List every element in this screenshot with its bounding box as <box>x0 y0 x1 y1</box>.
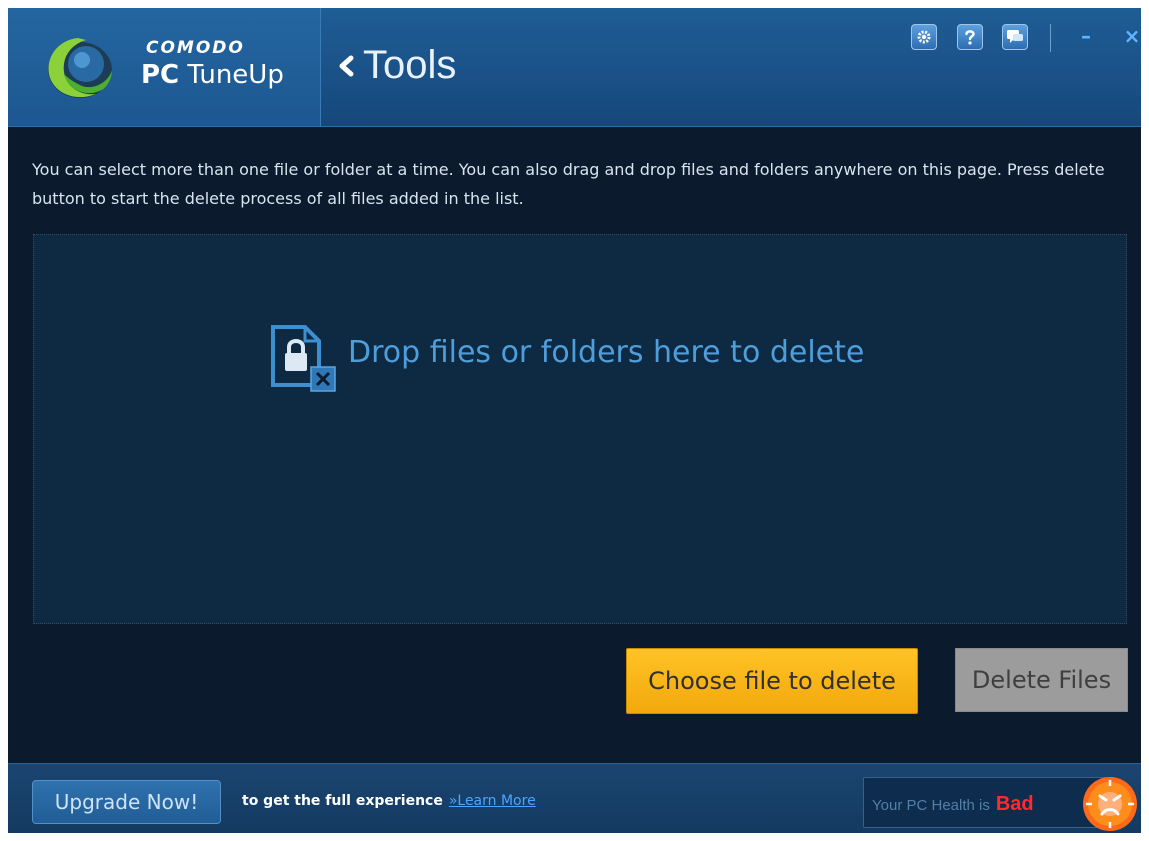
brand-company: COMODO <box>146 38 245 58</box>
health-label-text: Your PC Health is <box>872 797 990 814</box>
delete-files-button[interactable]: Delete Files <box>955 648 1128 712</box>
minimize-button[interactable]: – <box>1075 24 1097 48</box>
footer-message: to get the full experience »Learn More <box>242 793 536 809</box>
health-label: Your PC Health is Bad <box>872 793 1034 816</box>
upgrade-now-button[interactable]: Upgrade Now! <box>32 780 221 824</box>
brand-panel: COMODO PC TuneUp <box>8 8 321 126</box>
sad-face-icon <box>1083 777 1137 831</box>
instructions-text: You can select more than one file or fol… <box>32 160 1105 208</box>
brand-product-bold: PC <box>141 60 180 90</box>
comodo-logo-icon <box>48 38 112 98</box>
back-chevron-icon[interactable] <box>336 52 356 80</box>
pc-health-status[interactable]: Your PC Health is Bad <box>863 777 1115 828</box>
help-icon <box>965 30 975 45</box>
app-window: COMODO PC TuneUp Tools – × You can selec… <box>8 8 1141 833</box>
minimize-icon: – <box>1081 24 1091 48</box>
footer-message-text: to get the full experience <box>242 793 443 809</box>
feedback-button[interactable] <box>1002 24 1028 50</box>
close-icon: × <box>1123 24 1141 48</box>
settings-button[interactable] <box>911 24 937 50</box>
header: COMODO PC TuneUp Tools – × <box>8 8 1141 127</box>
brand-product-rest: TuneUp <box>187 60 284 90</box>
chat-icon <box>1007 30 1023 43</box>
locked-file-icon <box>271 325 336 392</box>
health-status-value: Bad <box>995 793 1034 815</box>
help-button[interactable] <box>957 24 983 50</box>
header-divider <box>1050 24 1051 52</box>
close-button[interactable]: × <box>1121 24 1141 48</box>
choose-file-button[interactable]: Choose file to delete <box>626 648 918 714</box>
drop-zone-label: Drop files or folders here to delete <box>348 335 865 370</box>
brand-product: PC TuneUp <box>141 60 284 90</box>
learn-more-link[interactable]: »Learn More <box>449 793 536 809</box>
gear-icon <box>917 30 931 44</box>
drop-zone[interactable]: Drop files or folders here to delete <box>33 234 1127 624</box>
footer: Upgrade Now! to get the full experience »… <box>8 763 1141 833</box>
page-title[interactable]: Tools <box>363 43 456 88</box>
